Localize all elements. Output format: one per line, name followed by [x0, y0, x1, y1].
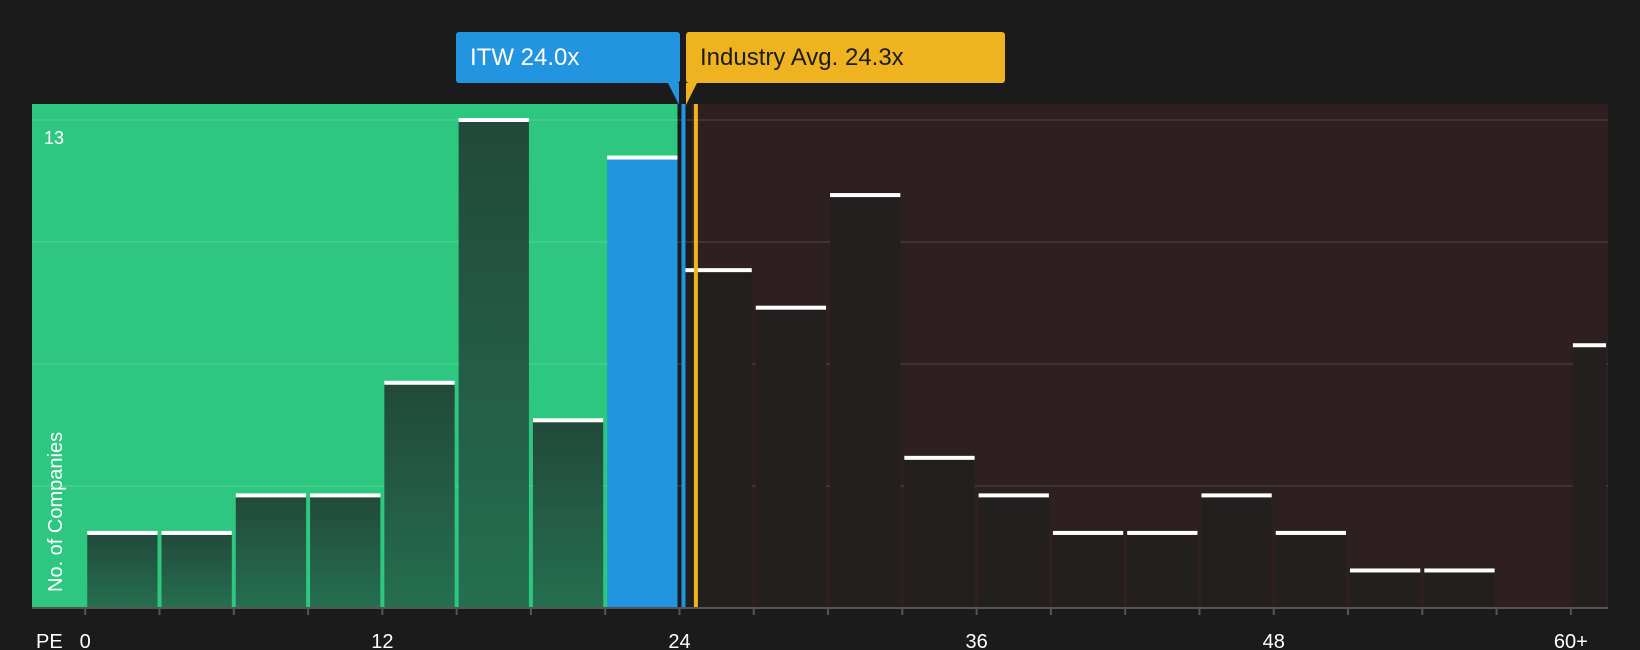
histogram-bar [1275, 532, 1347, 608]
histogram-bar [310, 495, 381, 608]
bar-top-cap [1127, 530, 1198, 535]
histogram-bar [458, 120, 529, 608]
histogram-bar [1201, 495, 1272, 608]
histogram-bar [904, 457, 975, 608]
bar-top-cap [978, 493, 1049, 498]
industry-marker-line [693, 104, 698, 608]
x-tick-label: 60+ [1554, 631, 1588, 650]
bar-top-cap [235, 493, 307, 498]
industry-callout-pointer [686, 83, 697, 105]
histogram-bar [681, 270, 752, 608]
bar-top-cap [681, 268, 752, 273]
company-callout-pointer [668, 83, 679, 105]
bar-top-cap [830, 193, 901, 198]
histogram-bar [384, 382, 455, 608]
histogram-bar [978, 495, 1049, 608]
histogram-bar [235, 495, 307, 608]
y-axis-label: No. of Companies [45, 432, 67, 592]
x-tick-label: 48 [1263, 631, 1285, 650]
bar-top-cap [458, 118, 529, 122]
bar-top-cap [1424, 568, 1495, 573]
x-axis-label: PE [36, 631, 63, 650]
bar-top-cap [1275, 530, 1347, 535]
histogram-bar [161, 532, 232, 608]
company-bar [607, 157, 678, 609]
bar-top-cap [904, 455, 975, 460]
bar-top-cap [161, 530, 232, 535]
bar-top-cap [1572, 343, 1606, 348]
histogram-bar [532, 420, 604, 608]
histogram-bar [1052, 532, 1124, 608]
bar-top-cap [755, 305, 827, 310]
pe-histogram-chart: 0 12 24 36 48 60+ 13 No. of Companies PE [32, 104, 1608, 650]
histogram-bar [1350, 570, 1421, 608]
bar-top-cap [1201, 493, 1272, 498]
industry-avg-callout: Industry Avg. 24.3x [686, 32, 1005, 83]
histogram-bar [1572, 345, 1606, 608]
company-pe-callout: ITW 24.0x [456, 32, 680, 83]
histogram-bar [755, 307, 827, 608]
bar-top-cap [384, 380, 455, 385]
bar-top-cap [532, 418, 604, 423]
bar-top-cap [1350, 568, 1421, 573]
histogram-bar [830, 195, 901, 609]
y-max-label: 13 [44, 128, 64, 148]
company-marker-line [681, 104, 686, 608]
bar-top-cap [1052, 530, 1124, 535]
x-tick-label: 36 [965, 631, 987, 650]
bar-top-cap [310, 493, 381, 498]
bar-top-cap [87, 530, 158, 535]
histogram-bar [87, 532, 158, 608]
histogram-bar [1127, 532, 1198, 608]
histogram-bar [1424, 570, 1495, 608]
bar-top-cap [607, 155, 678, 160]
x-tick-label: 12 [371, 631, 393, 650]
x-tick-label: 24 [668, 631, 690, 650]
x-tick-label: 0 [80, 631, 91, 650]
